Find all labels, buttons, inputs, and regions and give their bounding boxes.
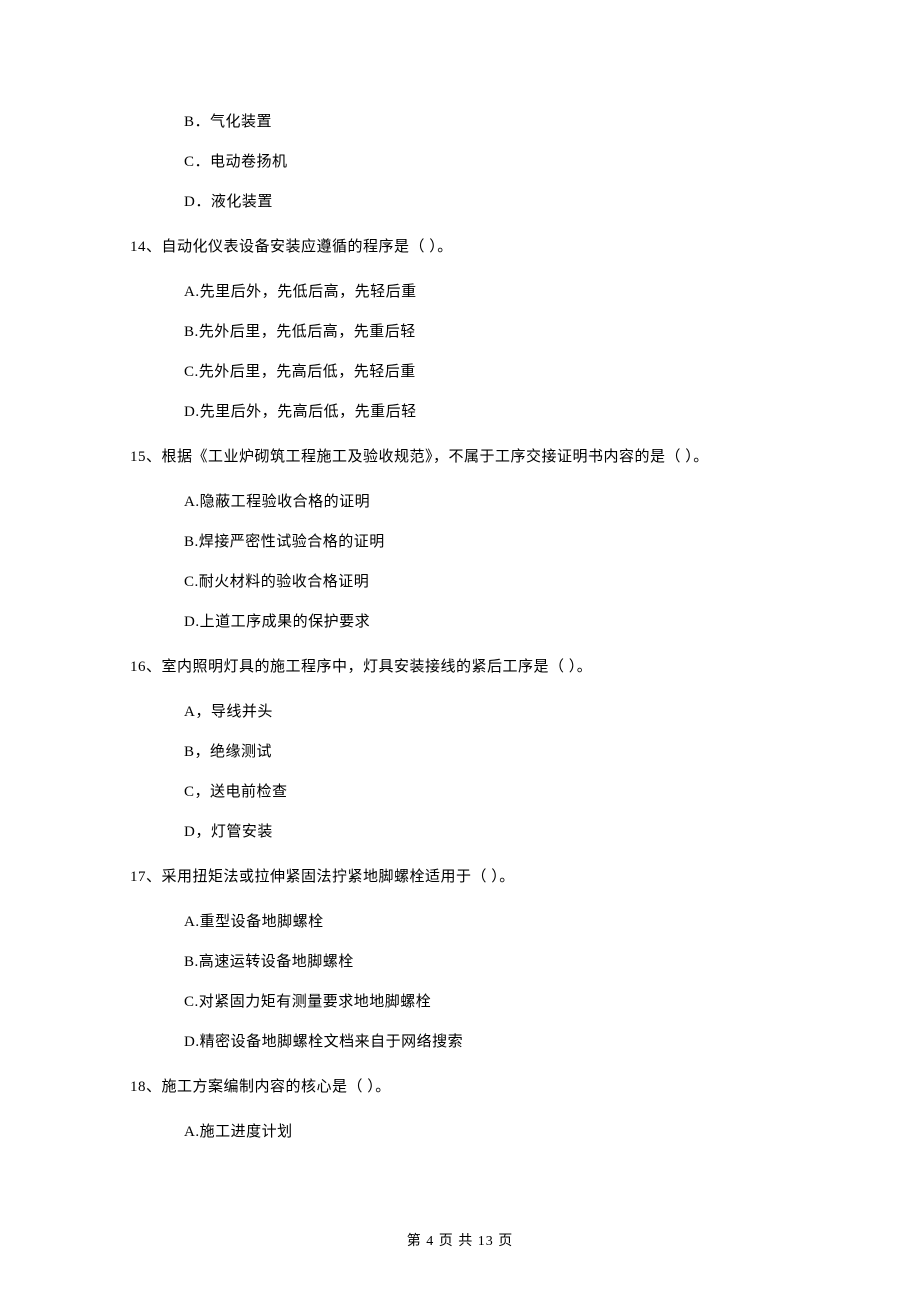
page-footer: 第 4 页 共 13 页	[0, 1230, 920, 1250]
q15-option-b: B.焊接严密性试验合格的证明	[184, 535, 790, 550]
document-content: B．气化装置 C．电动卷扬机 D．液化装置 14、自动化仪表设备安装应遵循的程序…	[130, 115, 790, 1140]
question-17: 17、采用扭矩法或拉伸紧固法拧紧地脚螺栓适用于（ ）。	[130, 870, 790, 885]
prelim-option-b: B．气化装置	[184, 115, 790, 130]
question-16: 16、室内照明灯具的施工程序中，灯具安装接线的紧后工序是（ ）。	[130, 660, 790, 675]
q18-option-a: A.施工进度计划	[184, 1125, 790, 1140]
q16-option-c: C，送电前检查	[184, 785, 790, 800]
question-14: 14、自动化仪表设备安装应遵循的程序是（ ）。	[130, 240, 790, 255]
q17-option-c: C.对紧固力矩有测量要求地地脚螺栓	[184, 995, 790, 1010]
q15-option-a: A.隐蔽工程验收合格的证明	[184, 495, 790, 510]
q15-option-d: D.上道工序成果的保护要求	[184, 615, 790, 630]
q14-option-b: B.先外后里，先低后高，先重后轻	[184, 325, 790, 340]
q16-option-b: B，绝缘测试	[184, 745, 790, 760]
q16-option-d: D，灯管安装	[184, 825, 790, 840]
q14-option-a: A.先里后外，先低后高，先轻后重	[184, 285, 790, 300]
q17-option-d: D.精密设备地脚螺栓文档来自于网络搜索	[184, 1035, 790, 1050]
question-18: 18、施工方案编制内容的核心是（ ）。	[130, 1080, 790, 1095]
q16-option-a: A，导线并头	[184, 705, 790, 720]
q14-option-c: C.先外后里，先高后低，先轻后重	[184, 365, 790, 380]
q14-option-d: D.先里后外，先高后低，先重后轻	[184, 405, 790, 420]
q17-option-b: B.高速运转设备地脚螺栓	[184, 955, 790, 970]
prelim-option-d: D．液化装置	[184, 195, 790, 210]
q17-option-a: A.重型设备地脚螺栓	[184, 915, 790, 930]
q15-option-c: C.耐火材料的验收合格证明	[184, 575, 790, 590]
question-15: 15、根据《工业炉砌筑工程施工及验收规范》，不属于工序交接证明书内容的是（ ）。	[130, 450, 790, 465]
prelim-option-c: C．电动卷扬机	[184, 155, 790, 170]
